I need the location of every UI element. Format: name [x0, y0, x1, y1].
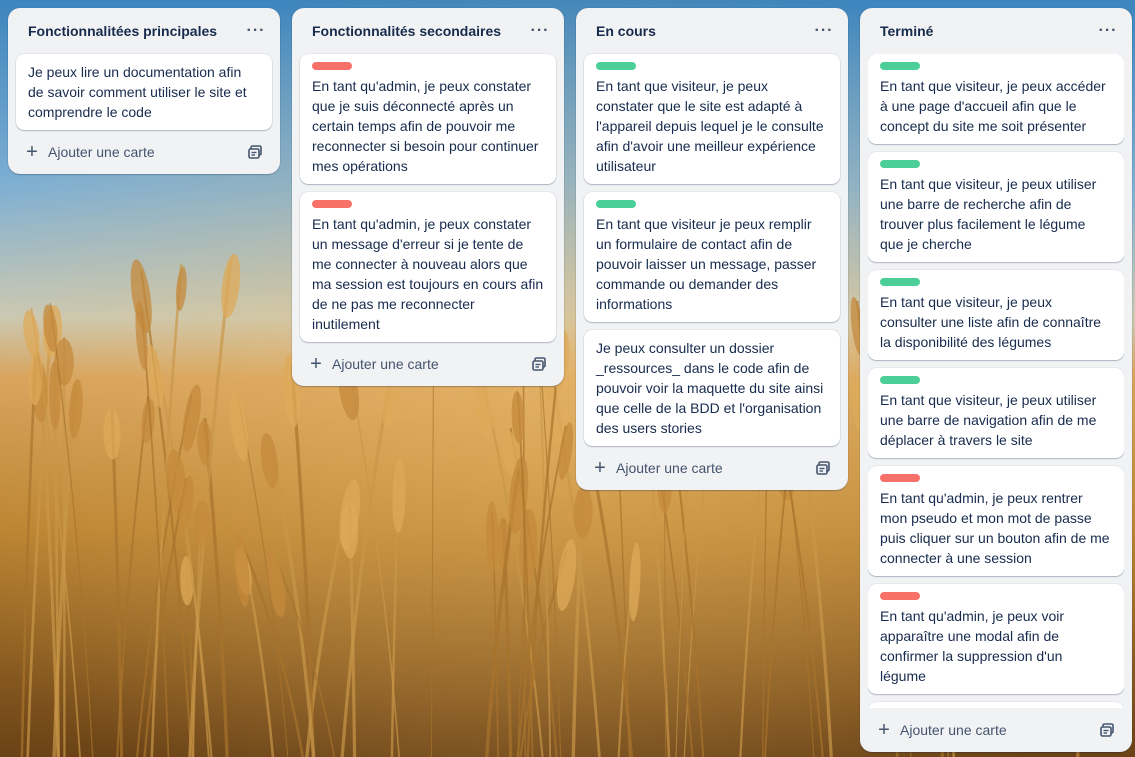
card[interactable]: En tant que visiteur, je peux utiliser u…	[868, 368, 1124, 458]
list-header: Fonctionnalitées principales ···	[16, 8, 272, 54]
list-title[interactable]: Fonctionnalités secondaires	[312, 23, 501, 39]
card[interactable]	[868, 702, 1124, 708]
more-options-icon[interactable]: ···	[812, 19, 836, 43]
add-card-button[interactable]: + Ajouter une carte	[308, 353, 439, 375]
card-list: En tant que visiteur, je peux accéder à …	[868, 54, 1124, 708]
list-footer: + Ajouter une carte	[868, 708, 1124, 752]
card[interactable]: En tant que visiteur je peux remplir un …	[584, 192, 840, 322]
card-label-red[interactable]	[880, 474, 920, 482]
list-fonctionnalites-principales: Fonctionnalitées principales ··· Je peux…	[8, 8, 280, 174]
plus-icon: +	[594, 457, 606, 479]
card[interactable]: Je peux consulter un dossier _ressources…	[584, 330, 840, 446]
card[interactable]: En tant qu'admin, je peux rentrer mon ps…	[868, 466, 1124, 576]
list-title[interactable]: En cours	[596, 23, 656, 39]
card-title: En tant que visiteur, je peux utiliser u…	[880, 392, 1097, 448]
card-template-icon[interactable]	[530, 355, 548, 373]
card-list: Je peux lire un documentation afin de sa…	[16, 54, 272, 130]
card-template-icon[interactable]	[814, 459, 832, 477]
card[interactable]: En tant qu'admin, je peux voir apparaîtr…	[868, 584, 1124, 694]
card-title: Je peux consulter un dossier _ressources…	[596, 340, 824, 436]
card[interactable]: En tant qu'admin, je peux constater que …	[300, 54, 556, 184]
card-title: En tant que visiteur, je peux utiliser u…	[880, 176, 1097, 252]
card-list: En tant que visiteur, je peux constater …	[584, 54, 840, 446]
card-label-green[interactable]	[880, 278, 920, 286]
card-template-icon[interactable]	[246, 143, 264, 161]
add-card-button[interactable]: + Ajouter une carte	[24, 141, 155, 163]
add-card-label: Ajouter une carte	[332, 356, 439, 372]
more-options-icon[interactable]: ···	[244, 19, 268, 43]
card-label-red[interactable]	[880, 592, 920, 600]
list-title[interactable]: Terminé	[880, 23, 933, 39]
card-title: Je peux lire un documentation afin de sa…	[28, 64, 247, 120]
card-label-green[interactable]	[880, 376, 920, 384]
card[interactable]: Je peux lire un documentation afin de sa…	[16, 54, 272, 130]
list-footer: + Ajouter une carte	[300, 342, 556, 386]
add-card-button[interactable]: + Ajouter une carte	[876, 719, 1007, 741]
list-en-cours: En cours ··· En tant que visiteur, je pe…	[576, 8, 848, 490]
card-title: En tant qu'admin, je peux rentrer mon ps…	[880, 490, 1110, 566]
card[interactable]: En tant que visiteur, je peux accéder à …	[868, 54, 1124, 144]
card-title: En tant que visiteur, je peux consulter …	[880, 294, 1102, 350]
plus-icon: +	[878, 719, 890, 741]
card-label-green[interactable]	[880, 160, 920, 168]
card-title: En tant que visiteur je peux remplir un …	[596, 216, 817, 312]
more-options-icon[interactable]: ···	[1096, 19, 1120, 43]
card-title: En tant qu'admin, je peux constater un m…	[312, 216, 544, 332]
card-label-green[interactable]	[880, 62, 920, 70]
card-label-red[interactable]	[312, 62, 352, 70]
card[interactable]: En tant que visiteur, je peux utiliser u…	[868, 152, 1124, 262]
more-options-icon[interactable]: ···	[528, 19, 552, 43]
plus-icon: +	[26, 141, 38, 163]
card-label-red[interactable]	[312, 200, 352, 208]
card-title: En tant qu'admin, je peux voir apparaîtr…	[880, 608, 1065, 684]
card[interactable]: En tant que visiteur, je peux constater …	[584, 54, 840, 184]
list-footer: + Ajouter une carte	[584, 446, 840, 490]
list-footer: + Ajouter une carte	[16, 130, 272, 174]
card-label-green[interactable]	[596, 62, 636, 70]
list-header: En cours ···	[584, 8, 840, 54]
list-termine: Terminé ··· En tant que visiteur, je peu…	[860, 8, 1132, 752]
card-title: En tant que visiteur, je peux constater …	[596, 78, 824, 174]
add-card-label: Ajouter une carte	[616, 460, 723, 476]
list-header: Terminé ···	[868, 8, 1124, 54]
board-background: Fonctionnalitées principales ··· Je peux…	[0, 0, 1135, 757]
add-card-button[interactable]: + Ajouter une carte	[592, 457, 723, 479]
card-template-icon[interactable]	[1098, 721, 1116, 739]
list-fonctionnalites-secondaires: Fonctionnalités secondaires ··· En tant …	[292, 8, 564, 386]
card-label-green[interactable]	[596, 200, 636, 208]
card[interactable]: En tant qu'admin, je peux constater un m…	[300, 192, 556, 342]
card-list: En tant qu'admin, je peux constater que …	[300, 54, 556, 342]
add-card-label: Ajouter une carte	[900, 722, 1007, 738]
add-card-label: Ajouter une carte	[48, 144, 155, 160]
list-header: Fonctionnalités secondaires ···	[300, 8, 556, 54]
plus-icon: +	[310, 353, 322, 375]
card-title: En tant qu'admin, je peux constater que …	[312, 78, 539, 174]
card-scroll-area[interactable]: En tant que visiteur, je peux accéder à …	[868, 54, 1124, 708]
card[interactable]: En tant que visiteur, je peux consulter …	[868, 270, 1124, 360]
card-title: En tant que visiteur, je peux accéder à …	[880, 78, 1106, 134]
list-title[interactable]: Fonctionnalitées principales	[28, 23, 217, 39]
